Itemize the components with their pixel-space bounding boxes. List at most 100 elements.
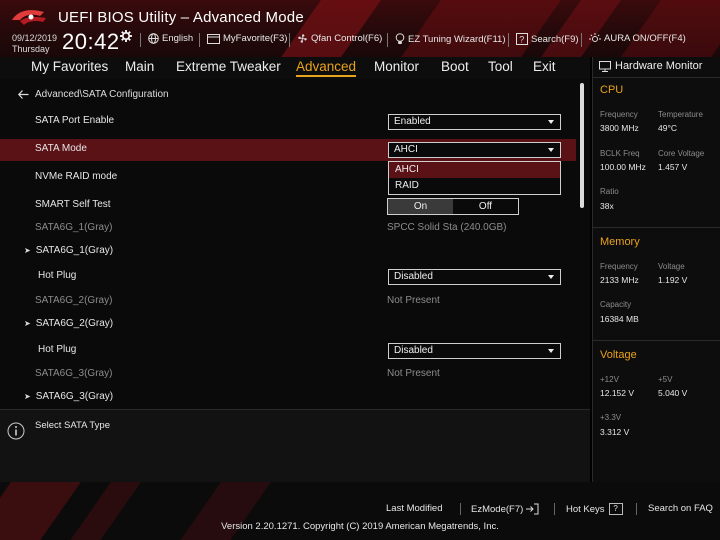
help-key-icon: ? [608,503,623,515]
sata1-info-value: SPCC Solid Sta (240.0GB) [387,222,507,233]
sata-port-enable-value: Enabled [394,116,431,127]
info-icon [7,422,25,440]
hotplug-1-label: Hot Plug [38,270,77,281]
search-button[interactable]: ? Search(F9) [516,33,579,45]
sata1-expand-row[interactable]: ➤ SATA6G_1(Gray) [0,241,576,263]
hardware-monitor-title-text: Hardware Monitor [615,60,703,72]
cpu-heading: CPU [600,84,624,96]
sata-port-enable-dropdown[interactable]: Enabled [388,114,561,130]
sata2-info-value: Not Present [387,295,440,306]
setting-row-hotplug-1[interactable]: Hot Plug Disabled [0,266,576,288]
top-header: UEFI BIOS Utility – Advanced Mode 09/12/… [0,0,720,57]
sata1-info-row: SATA6G_1(Gray) SPCC Solid Sta (240.0GB) [0,218,576,240]
v5-value: 5.040 V [658,388,688,398]
hotplug-1-dropdown[interactable]: Disabled [388,269,561,285]
footer-bar: Last Modified EzMode(F7) Hot Keys ? Sear… [0,482,720,540]
sata-mode-label: SATA Mode [35,143,87,154]
ratio-value: 38x [600,201,614,211]
tab-extreme-tweaker[interactable]: Extreme Tweaker [176,59,281,74]
sata2-expand-row[interactable]: ➤ SATA6G_2(Gray) [0,314,576,336]
hotkeys-button[interactable]: Hot Keys ? [566,503,623,515]
core-voltage-label: Core Voltage [658,149,705,158]
last-modified-label: Last Modified [386,503,443,514]
sata3-info-label: SATA6G_3(Gray) [35,368,113,379]
sata-mode-dropdown[interactable]: AHCI [388,142,561,158]
memory-heading: Memory [600,236,640,248]
date-text: 09/12/2019 [12,33,58,43]
caret-down-icon [548,275,554,279]
caret-down-icon [548,349,554,353]
tab-tool[interactable]: Tool [488,59,513,74]
v33-label: +3.3V [600,413,622,422]
language-label: English [162,33,194,44]
ezmode-button[interactable]: EzMode(F7) [471,503,539,515]
ratio-label: Ratio [600,187,619,196]
hotplug-2-dropdown[interactable]: Disabled [388,343,561,359]
setting-row-hotplug-2[interactable]: Hot Plug Disabled [0,340,576,362]
chevron-right-icon: ➤ [24,246,31,255]
smart-self-test-toggle[interactable]: On Off [387,198,519,215]
tab-main[interactable]: Main [125,59,154,74]
sata-mode-option-raid[interactable]: RAID [389,178,560,194]
help-bar: Select SATA Type [0,409,590,482]
caret-down-icon [548,148,554,152]
nvme-raid-label: NVMe RAID mode [35,171,118,182]
language-button[interactable]: English [148,33,193,44]
smart-self-test-label: SMART Self Test [35,199,111,210]
scrollbar[interactable] [580,83,584,208]
sata-mode-option-ahci[interactable]: AHCI [389,162,560,178]
tab-boot[interactable]: Boot [441,59,469,74]
hardware-monitor-panel: Hardware Monitor CPU Frequency 3800 MHz … [592,57,720,482]
setting-row-sata-port-enable[interactable]: SATA Port Enable Enabled [0,111,576,133]
capacity-value: 16384 MB [600,314,639,324]
hotplug-2-label: Hot Plug [38,344,77,355]
cpu-temperature-value: 49°C [658,123,677,133]
myfavorite-button[interactable]: MyFavorite(F3) [207,33,287,44]
v12-label: +12V [600,375,619,384]
v5-label: +5V [658,375,673,384]
tab-advanced[interactable]: Advanced [296,59,357,77]
capacity-label: Capacity [600,300,632,309]
ez-tuning-label: EZ Tuning Wizard(F11) [408,33,506,45]
main-panel: Advanced\SATA Configuration SATA Port En… [0,79,590,409]
cpu-frequency-value: 3800 MHz [600,123,639,133]
toggle-on-option[interactable]: On [388,199,453,214]
favorite-icon [207,34,220,44]
tab-my-favorites[interactable]: My Favorites [31,59,108,74]
copyright-text: Version 2.20.1271. Copyright (C) 2019 Am… [221,521,499,532]
sata3-expand-label: ➤ SATA6G_3(Gray) [24,391,113,402]
bclk-label: BCLK Freq [600,149,640,158]
sata-mode-options-list[interactable]: AHCI RAID [388,161,561,195]
svg-text:?: ? [519,35,524,45]
setting-row-sata-mode[interactable]: SATA Mode AHCI [0,139,576,161]
ez-tuning-button[interactable]: EZ Tuning Wizard(F11) [395,33,506,45]
toggle-off-option[interactable]: Off [453,199,518,214]
aura-label: AURA ON/OFF(F4) [604,33,686,44]
cpu-temperature-label: Temperature [658,110,703,119]
aura-button[interactable]: AURA ON/OFF(F4) [589,33,686,44]
tab-exit[interactable]: Exit [533,59,556,74]
sata2-info-row: SATA6G_2(Gray) Not Present [0,291,576,313]
qfan-button[interactable]: Qfan Control(F6) [297,33,382,44]
gear-icon[interactable] [120,30,132,42]
globe-icon [148,33,159,44]
cpu-frequency-label: Frequency [600,110,638,119]
clock-display: 20:42 [62,29,120,54]
ezmode-label: EzMode(F7) [471,503,524,515]
rog-logo-icon [12,10,46,25]
memory-voltage-label: Voltage [658,262,685,271]
last-modified-button[interactable]: Last Modified [386,503,443,514]
myfavorite-label: MyFavorite(F3) [223,33,288,44]
breadcrumb[interactable]: Advanced\SATA Configuration [18,89,169,100]
search-faq-label: Search on FAQ [648,503,713,514]
help-text: Select SATA Type [35,420,110,431]
sata3-expand-row[interactable]: ➤ SATA6G_3(Gray) [0,387,576,409]
back-arrow-icon[interactable] [18,90,29,99]
search-faq-button[interactable]: Search on FAQ [648,503,713,514]
qfan-label: Qfan Control(F6) [311,33,383,44]
bulb-icon [395,33,405,44]
tab-monitor[interactable]: Monitor [374,59,419,74]
search-label: Search(F9) [531,33,579,45]
caret-down-icon [548,120,554,124]
chevron-right-icon: ➤ [24,319,31,328]
